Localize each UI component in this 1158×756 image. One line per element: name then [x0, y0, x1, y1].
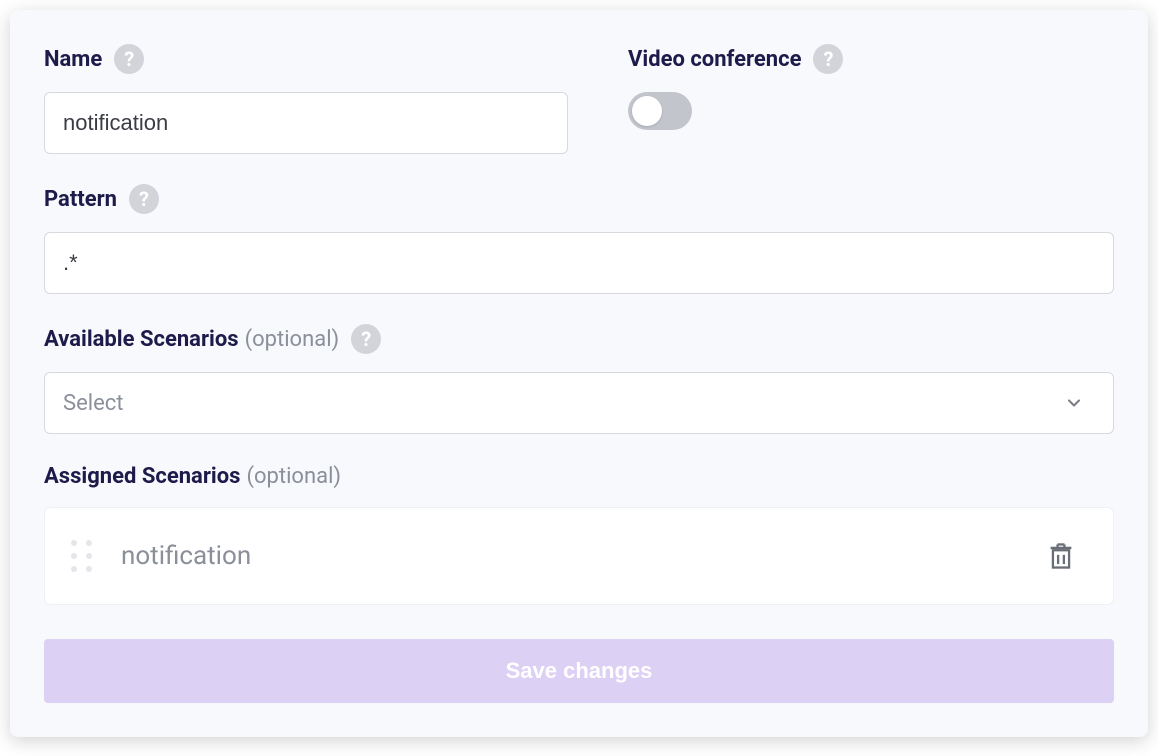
video-label-row: Video conference ?	[628, 44, 1114, 74]
name-field-group: Name ?	[44, 44, 568, 154]
list-item: notification	[45, 508, 1113, 604]
pattern-label-row: Pattern ?	[44, 184, 1114, 214]
row-name-video: Name ? Video conference ?	[44, 44, 1114, 184]
save-button[interactable]: Save changes	[44, 639, 1114, 703]
help-icon[interactable]: ?	[813, 44, 843, 74]
assigned-optional: (optional)	[246, 464, 341, 489]
assigned-item-label: notification	[121, 541, 1021, 571]
assigned-label-row: Assigned Scenarios (optional)	[44, 464, 1114, 489]
available-placeholder: Select	[63, 391, 123, 416]
assigned-list: notification	[44, 507, 1114, 605]
help-icon[interactable]: ?	[129, 184, 159, 214]
drag-handle-icon[interactable]	[63, 534, 99, 578]
name-label-row: Name ?	[44, 44, 568, 74]
available-select-wrap: Select	[44, 372, 1114, 434]
video-label: Video conference	[628, 47, 801, 72]
available-label-row: Available Scenarios (optional) ?	[44, 324, 1114, 354]
assigned-label: Assigned Scenarios	[44, 464, 240, 489]
chevron-down-icon	[1063, 392, 1085, 414]
pattern-label: Pattern	[44, 187, 117, 212]
toggle-knob	[632, 96, 662, 126]
pattern-input[interactable]	[44, 232, 1114, 294]
available-select[interactable]: Select	[44, 372, 1114, 434]
available-field-group: Available Scenarios (optional) ? Select	[44, 324, 1114, 434]
available-label: Available Scenarios	[44, 327, 239, 352]
name-input[interactable]	[44, 92, 568, 154]
help-icon[interactable]: ?	[114, 44, 144, 74]
pattern-field-group: Pattern ?	[44, 184, 1114, 294]
help-icon[interactable]: ?	[351, 324, 381, 354]
available-optional: (optional)	[245, 327, 340, 352]
video-field-group: Video conference ?	[628, 44, 1114, 130]
name-label: Name	[44, 47, 102, 72]
assigned-field-group: Assigned Scenarios (optional) notificati…	[44, 464, 1114, 605]
trash-icon[interactable]	[1043, 538, 1079, 574]
form-card: Name ? Video conference ? Pattern ? Avai…	[10, 10, 1148, 737]
video-toggle[interactable]	[628, 92, 692, 130]
